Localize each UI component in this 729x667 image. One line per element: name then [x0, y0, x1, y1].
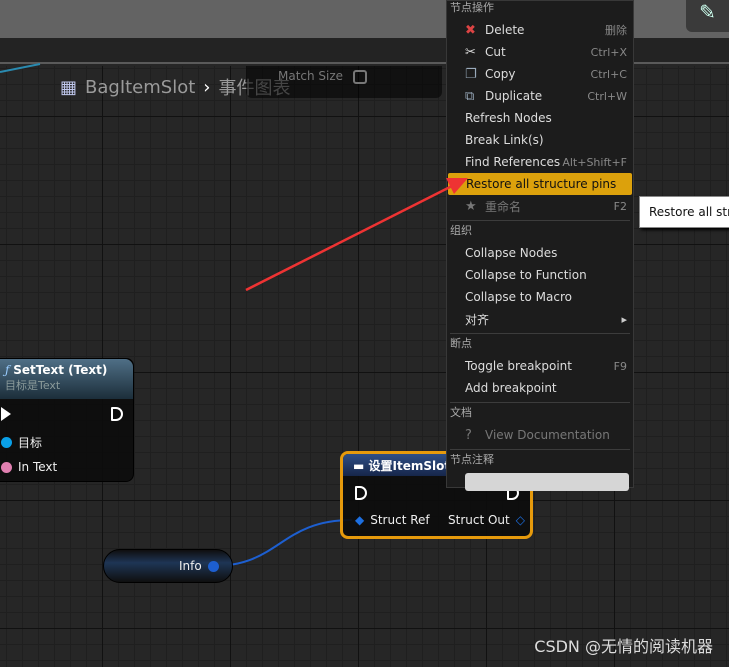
annotation-arrow: [245, 178, 468, 292]
watermark: CSDN @无情的阅读机器: [534, 637, 713, 656]
